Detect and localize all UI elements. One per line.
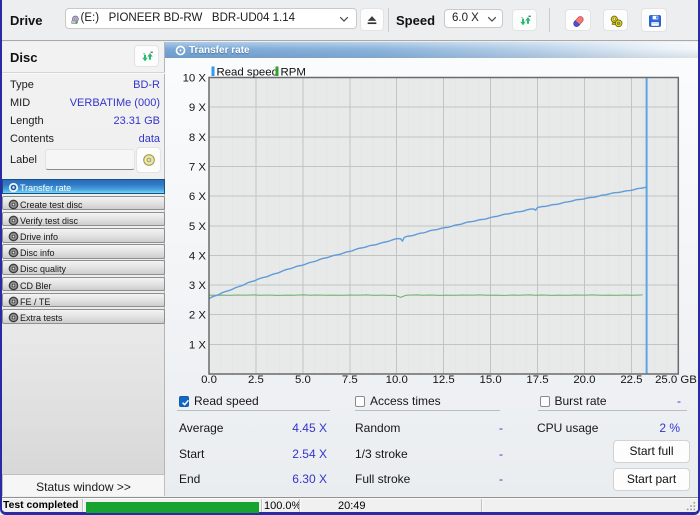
svg-text:15.0: 15.0 bbox=[480, 374, 502, 386]
svg-text:1 X: 1 X bbox=[189, 339, 206, 351]
svg-text:2 X: 2 X bbox=[189, 310, 206, 322]
svg-text:25.0 GB: 25.0 GB bbox=[655, 374, 697, 386]
svg-text:20.0: 20.0 bbox=[573, 374, 595, 386]
svg-text:7.5: 7.5 bbox=[342, 374, 358, 386]
svg-text:5.0: 5.0 bbox=[295, 374, 311, 386]
svg-text:Read speed: Read speed bbox=[217, 67, 278, 79]
svg-text:8 X: 8 X bbox=[189, 132, 206, 144]
svg-text:3 X: 3 X bbox=[189, 280, 206, 292]
svg-text:10.0: 10.0 bbox=[386, 374, 408, 386]
svg-text:9 X: 9 X bbox=[189, 102, 206, 114]
svg-text:6 X: 6 X bbox=[189, 191, 206, 203]
svg-text:2.5: 2.5 bbox=[248, 374, 264, 386]
svg-text:RPM: RPM bbox=[281, 67, 306, 79]
svg-text:10 X: 10 X bbox=[183, 73, 207, 85]
svg-text:17.5: 17.5 bbox=[526, 374, 548, 386]
svg-text:0.0: 0.0 bbox=[201, 374, 217, 386]
svg-text:4 X: 4 X bbox=[189, 250, 206, 262]
svg-text:22.5: 22.5 bbox=[620, 374, 642, 386]
svg-text:12.5: 12.5 bbox=[433, 374, 455, 386]
svg-text:5 X: 5 X bbox=[189, 221, 206, 233]
svg-text:7 X: 7 X bbox=[189, 162, 206, 174]
